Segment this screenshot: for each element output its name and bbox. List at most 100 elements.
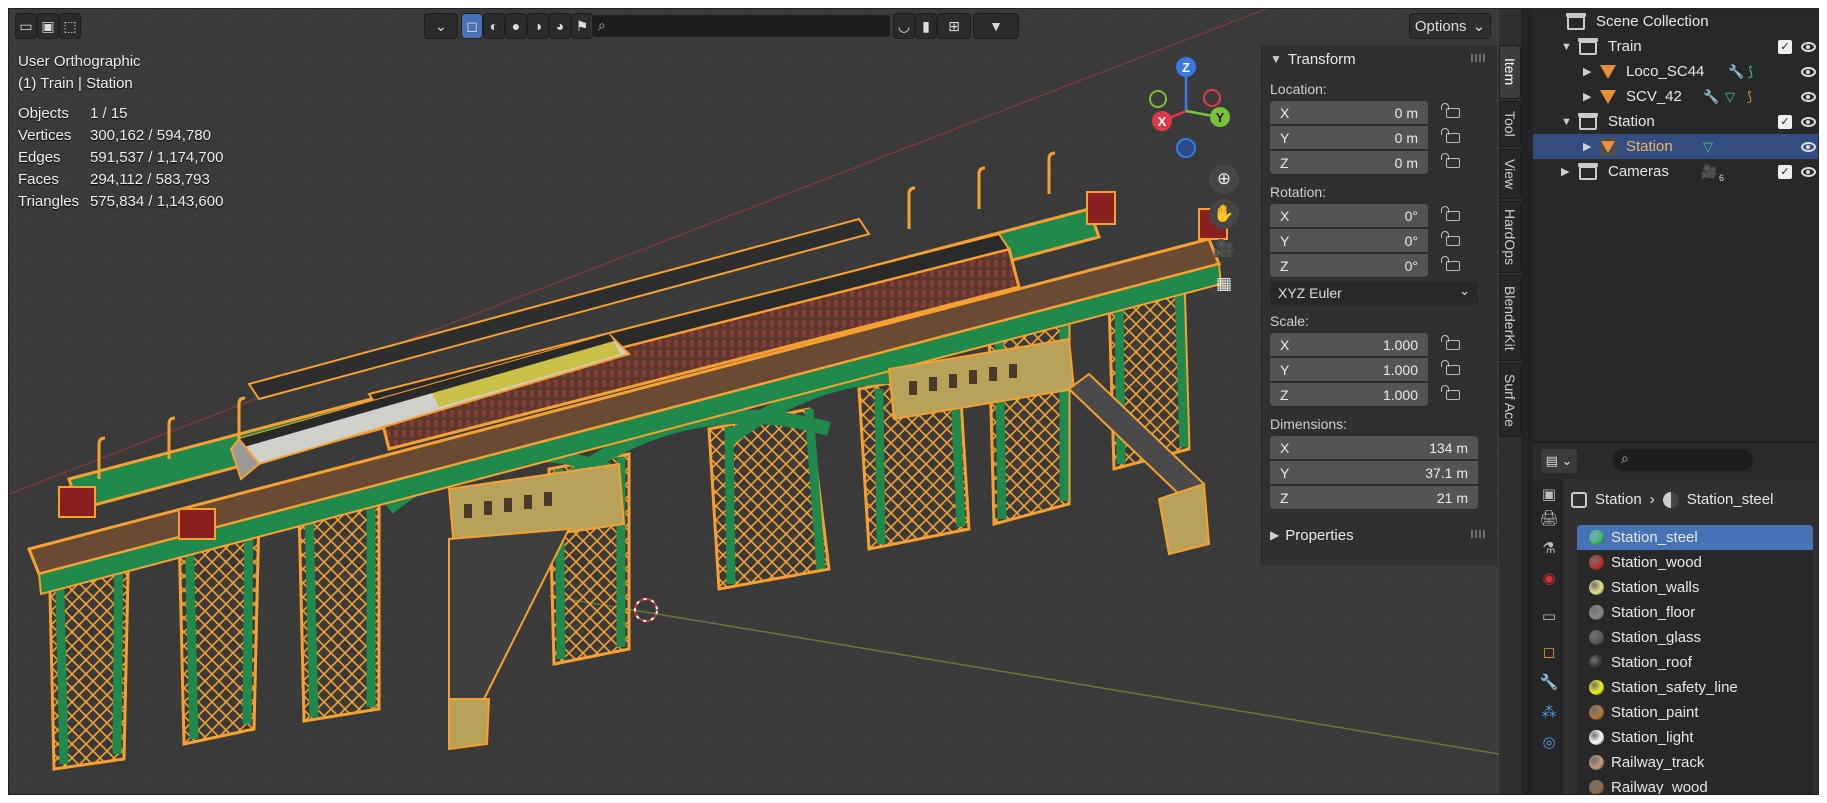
material-slot[interactable]: Station_light	[1577, 725, 1813, 750]
chevron-right-icon[interactable]: ▶	[1561, 165, 1569, 178]
properties-panel-header[interactable]: ▶ Properties	[1262, 521, 1497, 549]
layout-icon[interactable]: ⊞	[937, 13, 971, 39]
shading-solid-icon[interactable]: ●	[505, 13, 527, 39]
collection-icon[interactable]: ▭	[1538, 605, 1560, 627]
physics-icon[interactable]: ◎	[1538, 731, 1560, 753]
viewport-dropdown-icon[interactable]: ⌄	[424, 13, 458, 39]
object-icon[interactable]: ◻	[1538, 641, 1560, 663]
checkbox-icon[interactable]: ✓	[1778, 114, 1792, 129]
scale-z-field[interactable]: Z 1.000	[1270, 383, 1428, 407]
chevron-right-icon[interactable]: ▶	[1583, 140, 1591, 153]
breadcrumb-material[interactable]: Station_steel	[1687, 491, 1774, 508]
eye-icon[interactable]	[1801, 166, 1816, 177]
outliner-row-scene-collection[interactable]: Scene Collection	[1533, 9, 1818, 34]
eye-icon[interactable]	[1801, 141, 1816, 152]
scale-x-field[interactable]: X 1.000	[1270, 333, 1428, 357]
tab-view[interactable]: View	[1499, 149, 1521, 199]
lock-icon[interactable]	[1441, 128, 1460, 143]
viewport-search-input[interactable]: ⌕	[591, 14, 891, 38]
shading-rendered-icon[interactable]: ◕	[549, 13, 571, 39]
rotation-z-field[interactable]: Z 0°	[1270, 254, 1428, 278]
eye-icon[interactable]	[1801, 116, 1816, 127]
rotation-x-field[interactable]: X 0°	[1270, 204, 1428, 228]
output-icon[interactable]: 🖨	[1538, 507, 1560, 529]
select-mode-icon[interactable]: ▭	[15, 13, 37, 39]
material-slot[interactable]: Station_glass	[1577, 625, 1813, 650]
lock-icon[interactable]	[1441, 385, 1460, 400]
ortho-grid-icon[interactable]: ▦	[1209, 269, 1239, 299]
filter-icon[interactable]: ▼	[973, 13, 1019, 39]
chevron-right-icon[interactable]: ▶	[1583, 90, 1591, 103]
checkbox-icon[interactable]: ✓	[1778, 39, 1792, 54]
tab-item[interactable]: Item	[1499, 45, 1521, 99]
material-slot[interactable]: Station_walls	[1577, 575, 1813, 600]
material-slot[interactable]: Station_steel	[1577, 525, 1813, 550]
rotation-y-field[interactable]: Y 0°	[1270, 229, 1428, 253]
material-slot[interactable]: Railway_track	[1577, 750, 1813, 775]
location-x-field[interactable]: X 0 m	[1270, 101, 1428, 125]
material-slot[interactable]: Station_roof	[1577, 650, 1813, 675]
eye-icon[interactable]	[1801, 41, 1816, 52]
location-z-field[interactable]: Z 0 m	[1270, 151, 1428, 175]
outliner-row-cameras[interactable]: ▶ Cameras 🎥 6 ✓	[1533, 159, 1818, 184]
tab-hardops[interactable]: HardOps	[1499, 201, 1521, 273]
dimensions-y-field[interactable]: Y 37.1 m	[1270, 461, 1478, 485]
eye-icon[interactable]	[1801, 66, 1816, 77]
select-extend-icon[interactable]: ▣	[37, 13, 59, 39]
material-slot-list[interactable]: Station_steel Station_wood Station_walls St…	[1577, 525, 1813, 794]
shading-material-icon[interactable]: ◑	[527, 13, 549, 39]
lock-icon[interactable]	[1441, 103, 1460, 118]
location-y-field[interactable]: Y 0 m	[1270, 126, 1428, 150]
properties-search-input[interactable]: ⌕	[1613, 449, 1753, 471]
world-icon[interactable]: ◉	[1538, 567, 1560, 589]
pan-hand-icon[interactable]: ✋	[1209, 199, 1239, 229]
overlay-icon[interactable]: ◡	[893, 13, 915, 39]
eye-icon[interactable]	[1801, 91, 1816, 102]
outliner-row-train[interactable]: ▼ Train ✓	[1533, 34, 1818, 59]
scale-y-field[interactable]: Y 1.000	[1270, 358, 1428, 382]
drag-grip-icon[interactable]	[1471, 530, 1487, 538]
outliner-row-station-object[interactable]: ▶ Station ▽	[1533, 134, 1818, 159]
material-slot[interactable]: Railway_wood	[1577, 775, 1813, 794]
shading-wire-icon[interactable]: ◐	[483, 13, 505, 39]
zoom-icon[interactable]: ⊕	[1209, 164, 1239, 194]
lock-icon[interactable]	[1441, 153, 1460, 168]
tab-tool[interactable]: Tool	[1499, 101, 1521, 147]
lock-icon[interactable]	[1441, 256, 1460, 271]
render-icon[interactable]: ▣	[1538, 483, 1560, 505]
checkbox-icon[interactable]: ✓	[1778, 164, 1792, 179]
material-slot[interactable]: Station_safety_line	[1577, 675, 1813, 700]
gizmo-toggle-icon[interactable]: ⚑	[571, 13, 593, 39]
particles-icon[interactable]: ⁂	[1538, 701, 1560, 723]
chevron-down-icon[interactable]: ▼	[1561, 41, 1572, 53]
material-slot[interactable]: Station_paint	[1577, 700, 1813, 725]
camera-view-icon[interactable]: 🎥	[1209, 234, 1239, 264]
lock-icon[interactable]	[1441, 360, 1460, 375]
lock-icon[interactable]	[1441, 335, 1460, 350]
area-separator[interactable]	[1521, 9, 1533, 794]
outliner-row-loco[interactable]: ▶ Loco_SC44 🔧 ⟆	[1533, 59, 1818, 84]
chevron-down-icon[interactable]: ▼	[1561, 116, 1572, 128]
rotation-mode-select[interactable]: XYZ Euler ⌄	[1270, 281, 1478, 305]
dimensions-z-field[interactable]: Z 21 m	[1270, 486, 1478, 510]
modifier-wrench-icon[interactable]: 🔧	[1538, 671, 1560, 693]
editor-type-icon[interactable]: ▤ ⌄	[1541, 449, 1577, 473]
lock-icon[interactable]	[1441, 231, 1460, 246]
tab-surf-ace[interactable]: Surf Ace	[1499, 363, 1521, 437]
tab-blenderkit[interactable]: BlenderKit	[1499, 275, 1521, 361]
material-slot[interactable]: Station_floor	[1577, 600, 1813, 625]
options-button[interactable]: Options ⌄	[1409, 13, 1491, 39]
scene-icon[interactable]: ⚗	[1538, 537, 1560, 559]
chevron-right-icon[interactable]: ▶	[1583, 65, 1591, 78]
material-slot[interactable]: Station_wood	[1577, 550, 1813, 575]
lock-icon[interactable]	[1441, 206, 1460, 221]
object-filter-icon[interactable]: ◻	[461, 13, 483, 39]
transform-panel-header[interactable]: ▼ Transform	[1262, 45, 1497, 73]
drag-grip-icon[interactable]	[1471, 54, 1487, 62]
outliner-row-scv[interactable]: ▶ SCV_42 🔧 ▽ ⟆	[1533, 84, 1818, 109]
breadcrumb-object[interactable]: Station	[1595, 491, 1642, 508]
select-subtract-icon[interactable]: ⬚	[59, 13, 81, 39]
dimensions-x-field[interactable]: X 134 m	[1270, 436, 1478, 460]
outliner-row-station-collection[interactable]: ▼ Station ✓	[1533, 109, 1818, 134]
3d-viewport[interactable]: Z X Y ▭ ▣ ⬚ ⌄ ◻ ◐ ● ◑ ◕ ⚑ ⌕ ◡ ▮ ⊞ ▼ Opti…	[9, 9, 1499, 794]
